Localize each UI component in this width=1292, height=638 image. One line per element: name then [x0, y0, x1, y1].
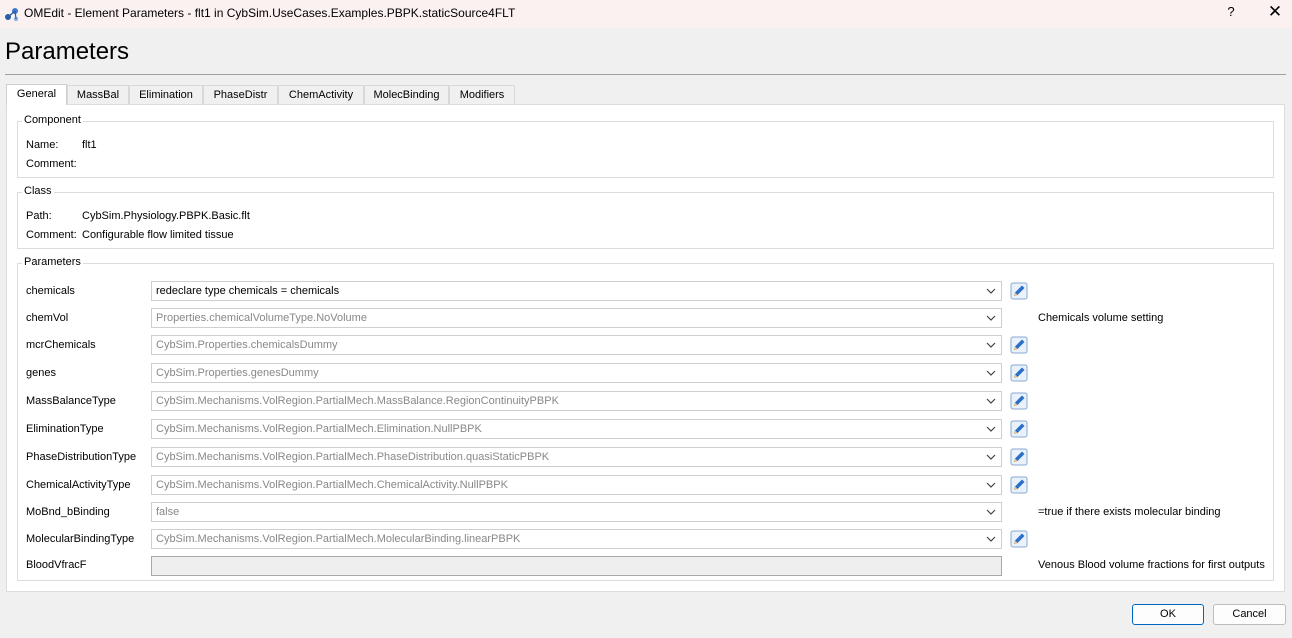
param-comment: =true if there exists molecular binding: [1038, 506, 1221, 518]
mobnd-bbinding-select-value: false: [156, 506, 180, 518]
pencil-edit-icon[interactable]: [1010, 530, 1028, 548]
genes-select[interactable]: CybSim.Properties.genesDummy: [151, 363, 1002, 383]
pencil-edit-icon[interactable]: [1010, 420, 1028, 438]
param-label: MolecularBindingType: [26, 533, 135, 545]
class-group-title: Class: [22, 185, 54, 197]
cancel-button[interactable]: Cancel: [1213, 604, 1286, 625]
param-label: mcrChemicals: [26, 339, 96, 351]
param-comment: Venous Blood volume fractions for first …: [1038, 559, 1265, 571]
tab-phasedistr[interactable]: PhaseDistr: [203, 85, 278, 104]
pencil-edit-icon[interactable]: [1010, 364, 1028, 382]
mcrchemicals-select[interactable]: CybSim.Properties.chemicalsDummy: [151, 335, 1002, 355]
chemicals-select[interactable]: redeclare type chemicals = chemicals: [151, 281, 1002, 301]
param-label: chemVol: [26, 312, 69, 324]
component-name-label: Name:: [26, 139, 59, 151]
chevron-down-icon: [986, 509, 996, 515]
pencil-edit-icon[interactable]: [1010, 282, 1028, 300]
close-button[interactable]: ✕: [1266, 2, 1284, 22]
chemicals-select-value: redeclare type chemicals = chemicals: [156, 285, 340, 297]
phasedistributiontype-select[interactable]: CybSim.Mechanisms.VolRegion.PartialMech.…: [151, 447, 1002, 467]
param-label: MoBnd_bBinding: [26, 506, 110, 518]
chevron-down-icon: [986, 482, 996, 488]
class-comment-label: Comment:: [26, 229, 77, 241]
chemicalactivitytype-select[interactable]: CybSim.Mechanisms.VolRegion.PartialMech.…: [151, 475, 1002, 495]
chevron-down-icon: [986, 426, 996, 432]
massbalancetype-select[interactable]: CybSim.Mechanisms.VolRegion.PartialMech.…: [151, 391, 1002, 411]
param-label: PhaseDistributionType: [26, 451, 137, 463]
param-label: EliminationType: [26, 423, 104, 435]
phasedistributiontype-select-value: CybSim.Mechanisms.VolRegion.PartialMech.…: [156, 451, 550, 463]
component-name-value: flt1: [82, 139, 97, 151]
chemvol-select[interactable]: Properties.chemicalVolumeType.NoVolume: [151, 308, 1002, 328]
param-comment: Chemicals volume setting: [1038, 312, 1164, 324]
class-group: Class Path: CybSim.Physiology.PBPK.Basic…: [17, 185, 1274, 249]
param-label: ChemicalActivityType: [26, 479, 131, 491]
tab-massbal[interactable]: MassBal: [67, 85, 129, 104]
eliminationtype-select[interactable]: CybSim.Mechanisms.VolRegion.PartialMech.…: [151, 419, 1002, 439]
bloodvfracf-input[interactable]: [151, 556, 1002, 576]
massbalancetype-select-value: CybSim.Mechanisms.VolRegion.PartialMech.…: [156, 395, 559, 407]
component-group-title: Component: [22, 114, 83, 126]
param-label: MassBalanceType: [26, 395, 116, 407]
pencil-edit-icon[interactable]: [1010, 448, 1028, 466]
tab-chemactivity[interactable]: ChemActivity: [278, 85, 364, 104]
general-tab-panel: Component Name: flt1 Comment: Class Path…: [6, 104, 1285, 592]
chevron-down-icon: [986, 370, 996, 376]
mobnd-bbinding-select[interactable]: false: [151, 502, 1002, 522]
omedit-logo-icon: [5, 8, 19, 22]
page-title: Parameters: [5, 38, 130, 65]
genes-select-value: CybSim.Properties.genesDummy: [156, 367, 319, 379]
window-titlebar: OMEdit - Element Parameters - flt1 in Cy…: [0, 0, 1292, 28]
chevron-down-icon: [986, 454, 996, 460]
pencil-edit-icon[interactable]: [1010, 392, 1028, 410]
tab-elimination[interactable]: Elimination: [129, 85, 203, 104]
pencil-edit-icon[interactable]: [1010, 336, 1028, 354]
parameters-group-title: Parameters: [22, 256, 83, 268]
chevron-down-icon: [986, 315, 996, 321]
help-button[interactable]: ?: [1224, 4, 1238, 19]
pencil-edit-icon[interactable]: [1010, 476, 1028, 494]
heading-divider: [5, 74, 1286, 75]
class-comment-value: Configurable flow limited tissue: [82, 229, 234, 241]
molecularbindingtype-select-value: CybSim.Mechanisms.VolRegion.PartialMech.…: [156, 533, 521, 545]
component-comment-label: Comment:: [26, 158, 77, 170]
molecularbindingtype-select[interactable]: CybSim.Mechanisms.VolRegion.PartialMech.…: [151, 529, 1002, 549]
class-path-value: CybSim.Physiology.PBPK.Basic.flt: [82, 210, 250, 222]
parameters-group: Parameters chemicals redeclare type chem…: [17, 256, 1274, 581]
eliminationtype-select-value: CybSim.Mechanisms.VolRegion.PartialMech.…: [156, 423, 482, 435]
chevron-down-icon: [986, 398, 996, 404]
param-label: chemicals: [26, 285, 75, 297]
chevron-down-icon: [986, 536, 996, 542]
chevron-down-icon: [986, 342, 996, 348]
component-group: Component Name: flt1 Comment:: [17, 114, 1274, 178]
param-label: BloodVfracF: [26, 559, 87, 571]
window-title: OMEdit - Element Parameters - flt1 in Cy…: [24, 6, 516, 20]
chevron-down-icon: [986, 288, 996, 294]
ok-button[interactable]: OK: [1132, 604, 1204, 625]
tab-modifiers[interactable]: Modifiers: [449, 85, 515, 104]
tab-molecbinding[interactable]: MolecBinding: [364, 85, 449, 104]
chemvol-select-value: Properties.chemicalVolumeType.NoVolume: [156, 312, 367, 324]
chemicalactivitytype-select-value: CybSim.Mechanisms.VolRegion.PartialMech.…: [156, 479, 508, 491]
mcrchemicals-select-value: CybSim.Properties.chemicalsDummy: [156, 339, 338, 351]
tab-general[interactable]: General: [6, 84, 67, 105]
param-label: genes: [26, 367, 56, 379]
class-path-label: Path:: [26, 210, 52, 222]
